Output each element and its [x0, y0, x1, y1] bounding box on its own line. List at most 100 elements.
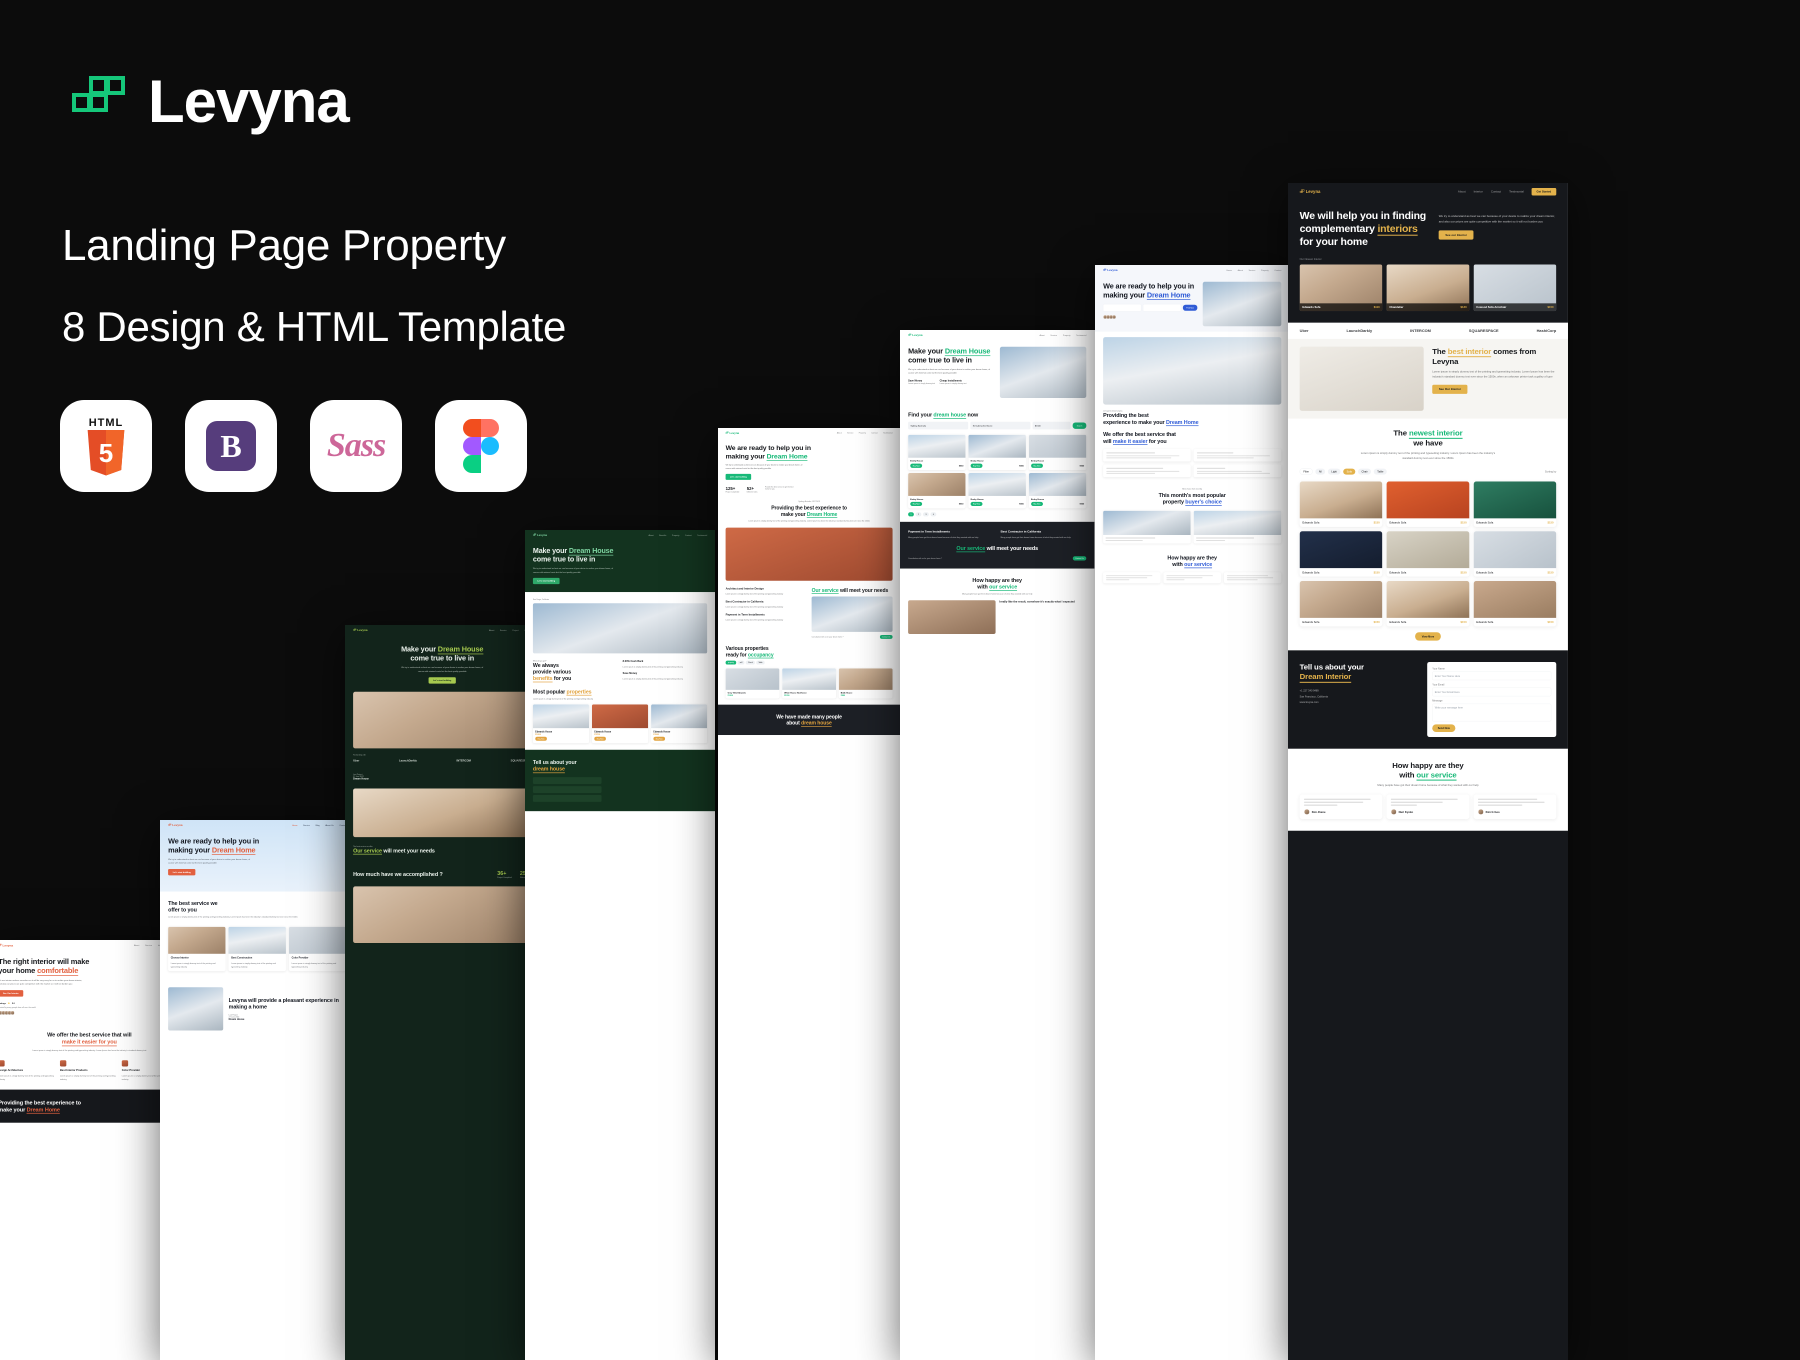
- listing-buy-button[interactable]: Buy Now: [1031, 501, 1043, 507]
- filter-chip[interactable]: property: [725, 660, 737, 665]
- service-card[interactable]: Best Construction Lorem ipsum is simply …: [228, 926, 286, 972]
- nav-link[interactable]: About: [1238, 269, 1243, 271]
- nav-link[interactable]: Blog: [316, 824, 320, 826]
- listing-buy-button[interactable]: Buy Now: [1031, 463, 1043, 468]
- page-number[interactable]: 3: [923, 512, 929, 517]
- view-more-button[interactable]: View More: [1415, 632, 1441, 641]
- product-card[interactable]: Edwards Sofa $150: [1386, 531, 1470, 577]
- form-input-email[interactable]: Enter Your Email Here: [1432, 687, 1552, 697]
- nav-link[interactable]: Home: [292, 824, 297, 826]
- nav-link[interactable]: Service: [1249, 269, 1256, 271]
- product-card[interactable]: Edwards Sofa $150: [1386, 580, 1470, 627]
- nav-bar[interactable]: Levyna About Interior Contact Testimonia…: [1288, 183, 1568, 200]
- listing-card[interactable]: Emby House Buy Now $950: [968, 472, 1026, 509]
- review-card[interactable]: [1223, 572, 1282, 584]
- nav-link[interactable]: Testimonial: [1509, 190, 1524, 193]
- nav-logo[interactable]: Levyna: [0, 944, 13, 948]
- contact-form[interactable]: Your Name Enter Your Name Here Your Emai…: [1427, 662, 1557, 738]
- listing-buy-button[interactable]: Buy Now: [970, 501, 983, 507]
- nav-link[interactable]: Testimonial: [883, 432, 892, 434]
- page-number[interactable]: 1: [908, 512, 914, 517]
- listing-card[interactable]: Emby House Buy Now $950: [1028, 434, 1087, 470]
- listing-buy-button[interactable]: Buy Now: [910, 501, 923, 507]
- service-card[interactable]: Choose Interior Lorem ipsum is simply du…: [168, 926, 226, 972]
- offer-card[interactable]: [1103, 464, 1191, 478]
- mockup-blue-dashboard[interactable]: Levyna Home About Service Property Conta…: [1095, 265, 1290, 1360]
- nav-link[interactable]: About: [1458, 190, 1466, 193]
- nav-bar[interactable]: Levyna Home Service Blog About Us Contac…: [160, 820, 354, 831]
- nav-link[interactable]: Property: [1063, 334, 1071, 336]
- form-submit-button[interactable]: Send Now: [1432, 724, 1456, 732]
- nav-link[interactable]: About: [134, 944, 139, 946]
- nav-logo[interactable]: Levyna: [1299, 189, 1320, 194]
- review-card[interactable]: [1103, 572, 1161, 584]
- nav-bar[interactable]: Levyna About Service Property Testimonia…: [900, 330, 1094, 341]
- contact-input[interactable]: [532, 795, 602, 802]
- listing-card[interactable]: Emby House Buy Now $950: [968, 434, 1026, 470]
- review-card[interactable]: Nuri Kyoko: [1386, 794, 1470, 820]
- contact-input[interactable]: [532, 786, 602, 794]
- product-card[interactable]: Edwards Sofa $150: [1473, 531, 1557, 577]
- nav-link[interactable]: About: [648, 534, 653, 536]
- contact-input[interactable]: [532, 777, 602, 785]
- hero-cta-button[interactable]: See our Interior: [1438, 230, 1474, 240]
- offer-card[interactable]: [1103, 449, 1191, 462]
- nav-link[interactable]: Project: [512, 629, 518, 631]
- sort-label[interactable]: Sorting by: [1545, 470, 1556, 473]
- property-card[interactable]: Edwards House $1709 Buy Now: [591, 704, 649, 744]
- newest-item-card[interactable]: Edwards Sofa $110: [1299, 264, 1383, 312]
- product-card[interactable]: Edwards Sofa $150: [1473, 580, 1557, 627]
- filter-chip[interactable]: sell: [737, 660, 745, 665]
- review-card[interactable]: Kim G Geo: [1473, 794, 1557, 820]
- newest-item-card[interactable]: Chandelier $130: [1386, 264, 1470, 312]
- listing-buy-button[interactable]: Buy Now: [970, 463, 983, 468]
- nav-link[interactable]: Service: [303, 824, 310, 826]
- nav-link[interactable]: Service: [500, 629, 507, 631]
- property-buy-button[interactable]: Buy Now: [535, 736, 547, 741]
- filter-chip[interactable]: Table: [756, 660, 765, 665]
- listing-card[interactable]: Grey Villa Edwards $1200: [725, 668, 780, 699]
- about-cta-button[interactable]: See Our Interior: [1432, 384, 1468, 394]
- review-card[interactable]: [1163, 572, 1221, 584]
- offer-card[interactable]: [1193, 449, 1282, 462]
- mockup-dream-home-blue[interactable]: Levyna Home Service Blog About Us Contac…: [160, 820, 355, 1360]
- nav-link[interactable]: Contact: [871, 432, 878, 434]
- filter-chip[interactable]: Check: [745, 660, 755, 665]
- listing-card[interactable]: Emby House Buy Now $950: [908, 472, 966, 509]
- mockup-architect-white[interactable]: Levyna About Service Property Contact Te…: [718, 428, 900, 1360]
- product-card[interactable]: Edwards Sofa $150: [1473, 481, 1557, 527]
- form-input-message[interactable]: Write your message here: [1432, 703, 1552, 722]
- nav-bar[interactable]: Levyna About Service Property Contact Te…: [718, 428, 900, 438]
- nav-logo[interactable]: Levyna: [168, 824, 183, 828]
- property-buy-button[interactable]: Buy Now: [653, 736, 666, 741]
- mockup-property-search[interactable]: Levyna About Service Property Testimonia…: [900, 330, 1095, 1360]
- nav-link[interactable]: Testimonial: [697, 534, 707, 536]
- popular-card[interactable]: [1193, 510, 1282, 544]
- consult-button[interactable]: Contact Us: [879, 635, 893, 639]
- mockup-interior-light[interactable]: Levyna About Service Interior Testimonia…: [0, 940, 182, 1360]
- nav-link[interactable]: Service: [145, 944, 152, 946]
- filter-chip[interactable]: Sofa: [1343, 468, 1356, 475]
- nav-bar[interactable]: Levyna Home About Service Property Conta…: [1095, 265, 1289, 276]
- nav-logo[interactable]: Levyna: [725, 431, 739, 434]
- mockup-dream-house-white[interactable]: Levyna About Benefits Property Contact T…: [525, 530, 715, 1360]
- nav-bar[interactable]: Levyna About Service Project Contact: [345, 625, 539, 636]
- nav-link[interactable]: Property: [672, 534, 679, 536]
- nav-link[interactable]: Property: [1261, 269, 1269, 271]
- listing-buy-button[interactable]: Buy Now: [910, 463, 923, 468]
- search-button[interactable]: Find Now: [1182, 304, 1198, 311]
- nav-bar[interactable]: Levyna About Service Interior Testimonia…: [0, 940, 182, 951]
- nav-link[interactable]: About: [837, 432, 842, 434]
- hero-cta-button[interactable]: Let's start building: [532, 577, 560, 585]
- hero-cta-button[interactable]: Let's start building: [168, 869, 196, 876]
- hero-cta-button[interactable]: See Our Interior: [0, 990, 24, 997]
- product-card[interactable]: Edwards Sofa $150: [1299, 531, 1383, 577]
- feature-card[interactable]: Design Architecture Lorem ipsum is simpl…: [0, 1060, 57, 1081]
- nav-logo[interactable]: Levyna: [353, 629, 368, 633]
- product-card[interactable]: Edwards Sofa $150: [1386, 481, 1470, 527]
- newest-item-card[interactable]: Cowood Sofa Armchair $150: [1473, 264, 1557, 312]
- search-button[interactable]: Search: [1072, 422, 1087, 429]
- nav-link[interactable]: Home: [1227, 269, 1232, 271]
- mockup-interior-dark[interactable]: Levyna About Interior Contact Testimonia…: [1288, 183, 1568, 1360]
- mockup-dark-green[interactable]: Levyna About Service Project Contact Mak…: [345, 625, 540, 1360]
